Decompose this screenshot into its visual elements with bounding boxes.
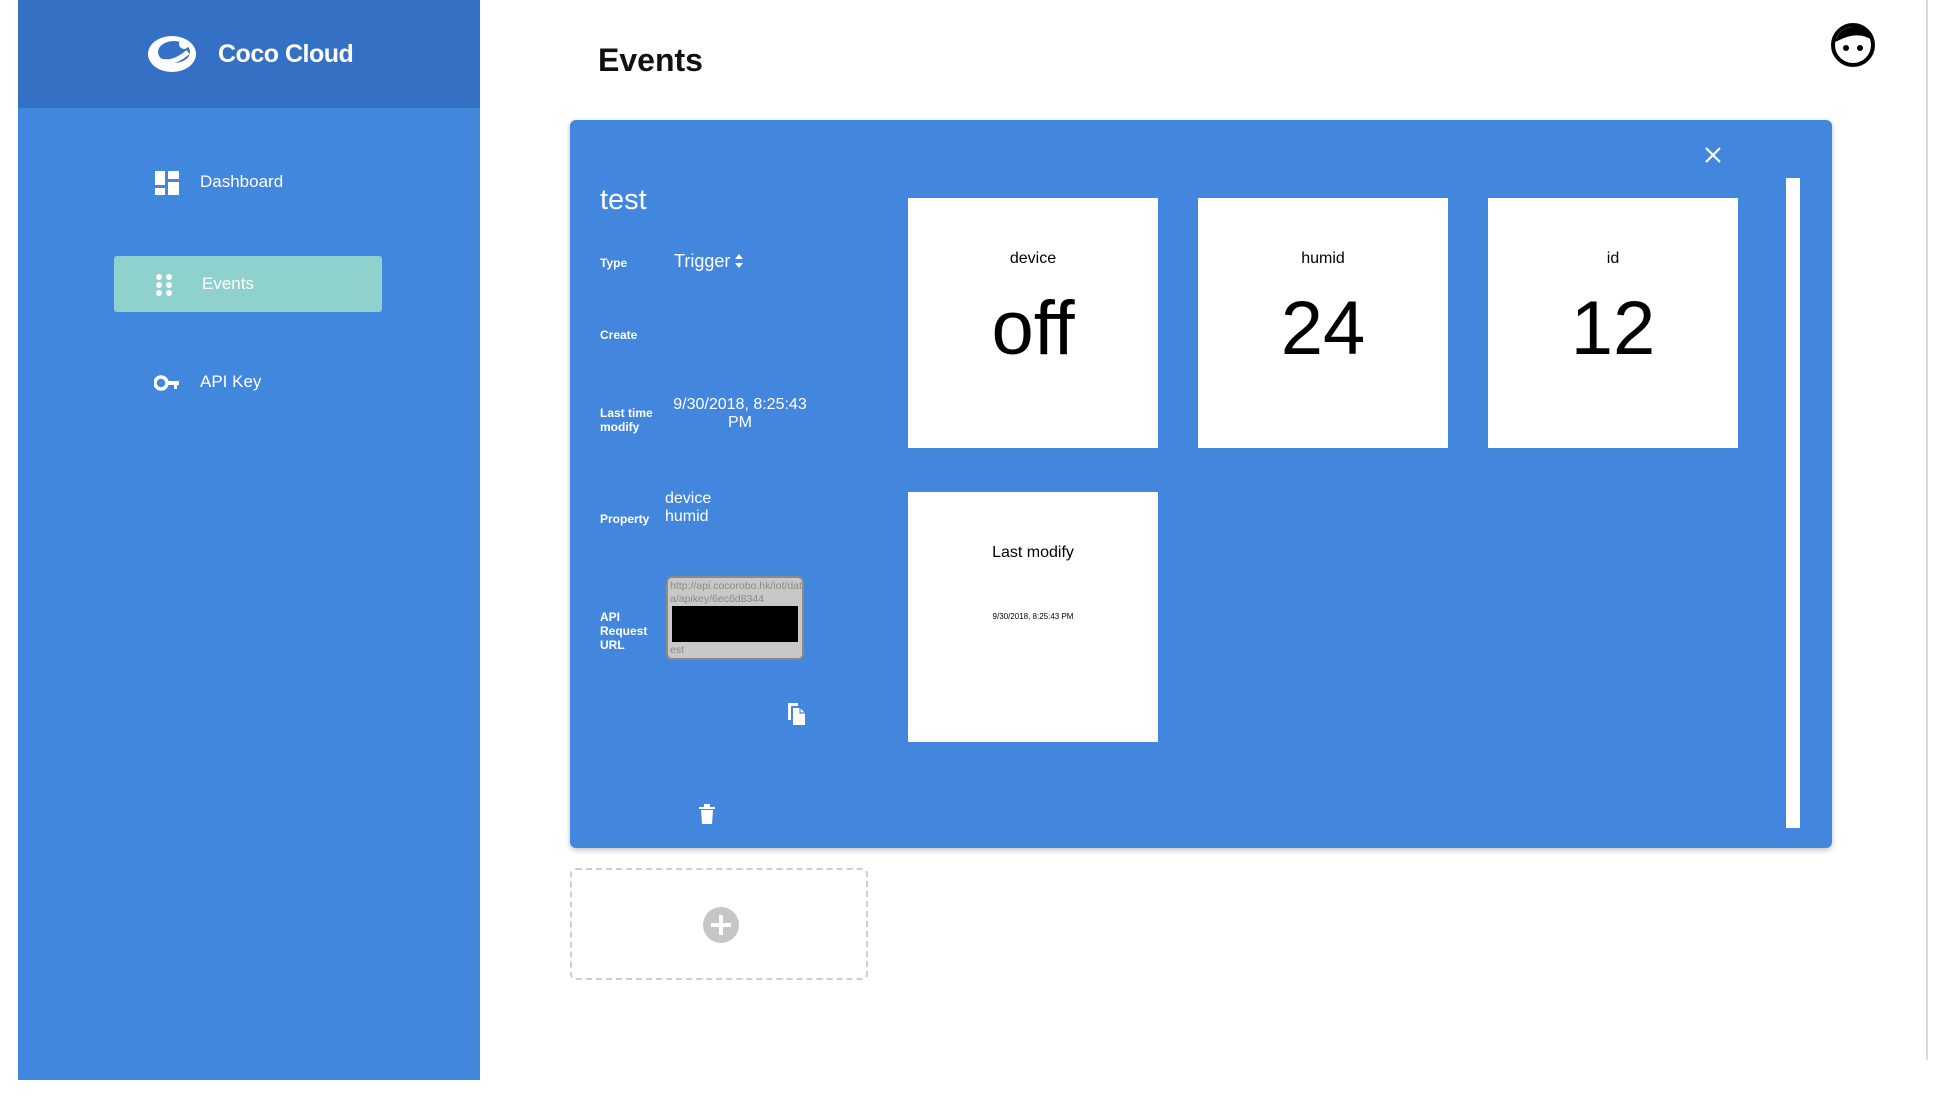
page-divider [1926,0,1928,1060]
type-label: Type [600,256,628,270]
api-url-field[interactable]: http://api.cocorobo.hk/iot/data/apikey/6… [666,576,804,660]
sidebar-item-events[interactable]: Events [114,256,382,312]
add-event-button[interactable] [570,868,868,980]
url-label: API Request URL [600,610,648,652]
tile-label: humid [1301,250,1345,267]
sort-arrows-icon [735,254,744,268]
page-title: Events [598,42,703,78]
dashboard-icon [155,171,179,195]
type-select[interactable]: Trigger [674,252,744,270]
dots-grid-icon [156,274,172,296]
tile-value: 24 [1280,286,1366,371]
tile-humid: humid 24 [1198,198,1448,448]
user-face-icon[interactable] [1830,22,1876,68]
tile-value: 12 [1570,286,1656,371]
property-item: device [665,490,712,507]
key-icon [154,375,179,391]
modify-value: 9/30/2018, 8:25:43 PM [673,396,807,431]
scrollbar[interactable] [1786,178,1800,828]
property-item: humid [665,508,709,525]
tile-label: id [1606,250,1620,267]
tile-device: device off [908,198,1158,448]
api-url-tail: est [670,644,685,656]
tile-last-modify: Last modify 9/30/2018, 8:25:43 PM [908,492,1158,742]
plus-icon [703,907,739,943]
logo-icon [148,36,196,72]
tile-value: 9/30/2018, 8:25:43 PM [992,612,1074,621]
app-name: Coco Cloud [218,40,354,68]
event-name: test [600,184,647,216]
property-label: Property [600,512,650,526]
type-value: Trigger [674,251,731,271]
tile-id: id 12 [1488,198,1738,448]
property-list: device humid [665,490,711,526]
create-label: Create [600,328,638,342]
api-url-text: http://api.cocorobo.hk/iot/data/apikey/6… [670,580,802,605]
sidebar-item-dashboard[interactable]: Dashboard [114,154,382,210]
copy-icon[interactable] [786,702,806,726]
sidebar-item-label: API Key [200,372,262,391]
sidebar-item-api-key[interactable]: API Key [114,354,382,410]
sidebar-item-label: Events [202,274,254,293]
sidebar: Coco Cloud Dashboard Events API Key [18,0,480,1080]
tile-label: Last modify [992,544,1074,561]
trash-icon[interactable] [698,804,716,824]
sidebar-item-label: Dashboard [200,172,284,191]
tile-label: device [1009,250,1057,267]
close-icon[interactable] [1700,142,1726,168]
redacted-block [672,606,798,642]
brand-bar: Coco Cloud [18,0,480,108]
modify-label: Last time modify [600,406,653,434]
event-card: test Type Trigger Create Last time modif… [570,120,1832,848]
tile-value: off [991,286,1075,371]
